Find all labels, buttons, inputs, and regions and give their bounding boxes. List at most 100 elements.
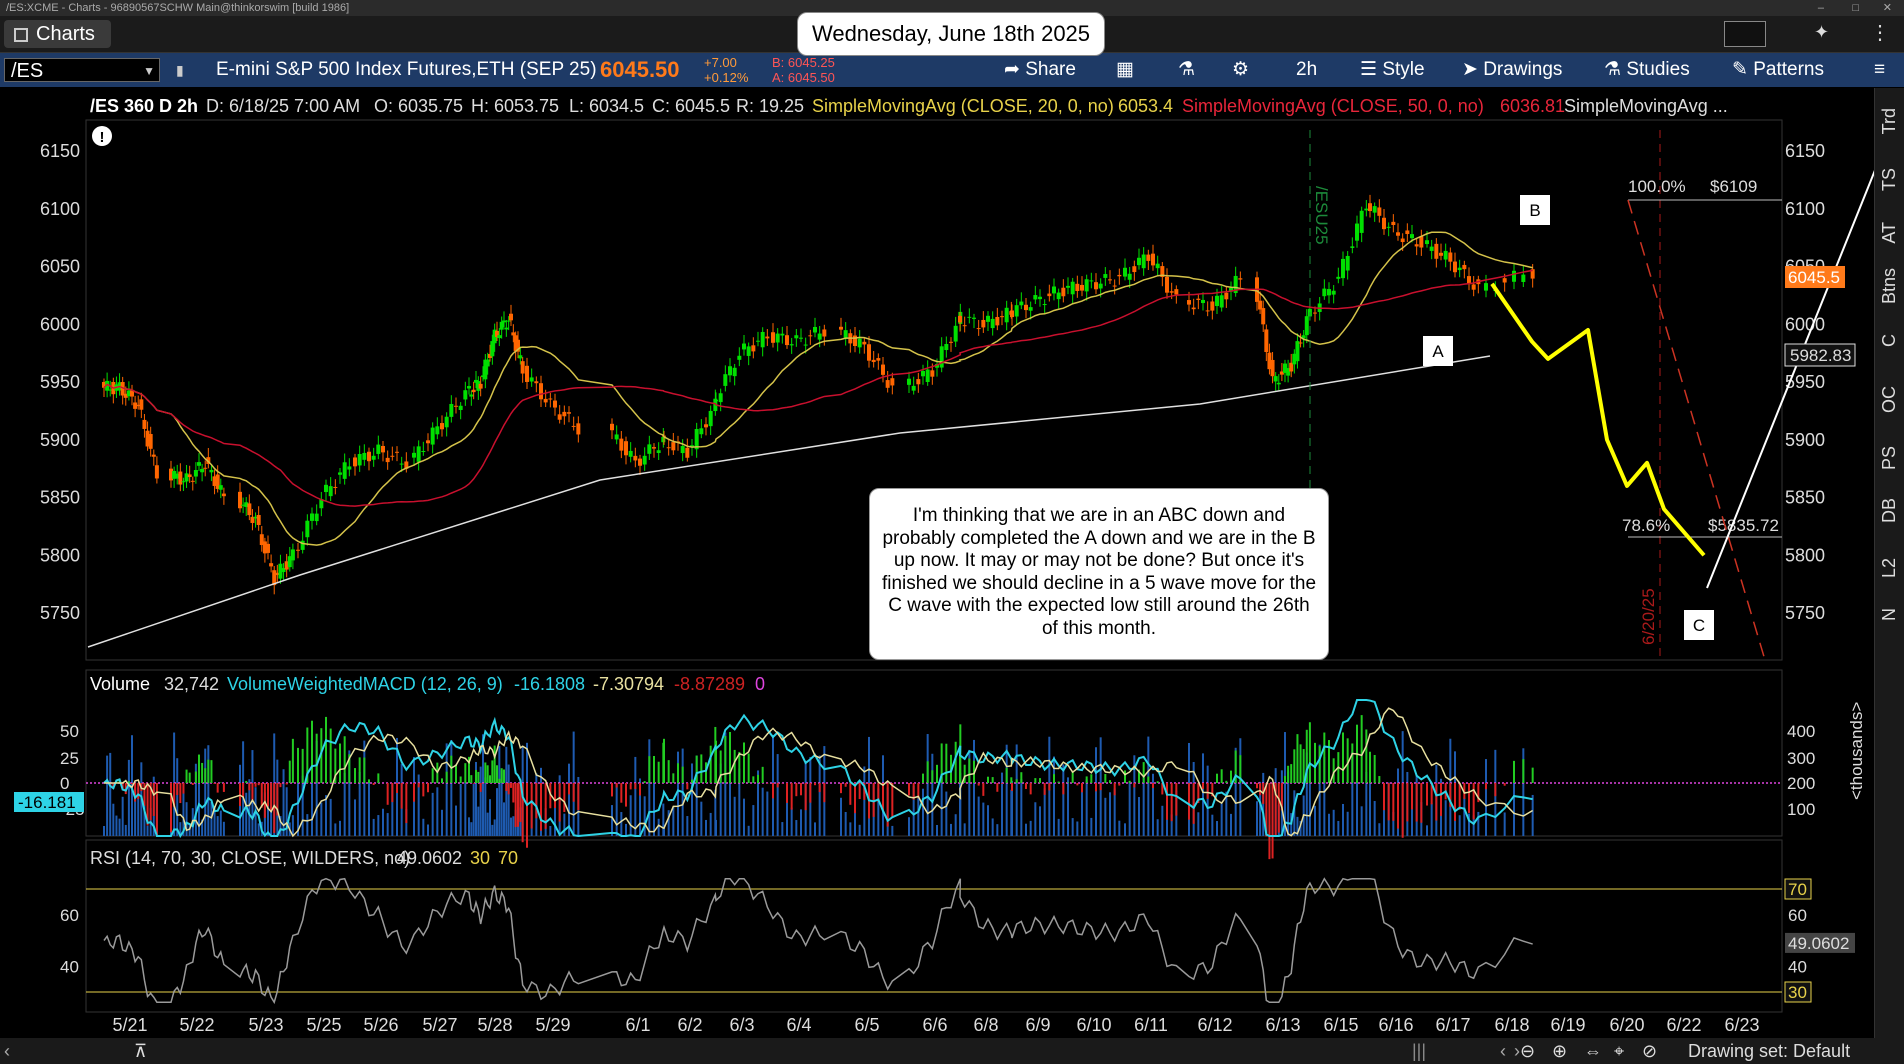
volume-bar (795, 820, 798, 836)
timeframe-button[interactable]: 2h (1296, 53, 1317, 87)
candle-body (1117, 274, 1122, 277)
macd-hist-bar (512, 783, 515, 803)
macd-hist-bar (991, 777, 994, 783)
layout-box-icon[interactable] (1724, 21, 1766, 47)
volume-bar (109, 752, 112, 836)
scroll-left-icon[interactable]: ‹ (4, 1038, 10, 1064)
volume-bar (1118, 820, 1121, 836)
volume-bar (297, 777, 299, 836)
volume-bar (766, 791, 769, 836)
pan-icon[interactable]: ⇔ (1584, 1038, 1602, 1064)
sidebar-tab-ts[interactable]: TS (1879, 168, 1904, 191)
date-tick-22: 6/17 (1435, 1015, 1470, 1035)
macd-hist-bar (1318, 746, 1321, 783)
projection-path (1490, 282, 1706, 557)
studies-button[interactable]: ⚗ Studies (1604, 53, 1690, 87)
share-button[interactable]: ➦ Share (1004, 53, 1076, 87)
macd-hist-bar (1472, 783, 1475, 820)
reset-icon[interactable]: ⊘ (1642, 1038, 1657, 1064)
volume-bar (176, 758, 179, 836)
drawing-set-label[interactable]: Drawing set: Default (1688, 1038, 1850, 1064)
candle-body (1295, 341, 1300, 362)
candle-body (490, 341, 495, 357)
sidebar-tab-db[interactable]: DB (1879, 498, 1904, 523)
candle-body (1169, 291, 1174, 293)
sidebar-tab-oc[interactable]: OC (1879, 386, 1904, 413)
expand-icon[interactable]: ⊼ (134, 1038, 147, 1064)
candle-body (1434, 243, 1439, 259)
scroll-prev-icon[interactable]: ‹ (1500, 1038, 1506, 1064)
candle-body (1219, 295, 1224, 308)
macd-hist-bar (470, 775, 473, 783)
volume-bar (1314, 805, 1316, 836)
rsi-tick-left-1: 40 (60, 957, 79, 976)
chevron-down-icon[interactable]: ▼ (143, 59, 155, 83)
minimize-icon[interactable]: – (1818, 0, 1824, 16)
volume-bar (1230, 813, 1232, 836)
candle-body (1400, 238, 1405, 243)
candle-body (666, 447, 671, 449)
volume-bar (945, 791, 948, 836)
zoom-out-icon[interactable]: ⊖ (1520, 1038, 1535, 1064)
candle-body (399, 463, 404, 465)
candle-body (256, 514, 261, 525)
candle-body (876, 358, 881, 361)
sidebar-tab-c[interactable]: C (1879, 334, 1904, 347)
candle-body (1033, 295, 1038, 300)
sidebar-tab-btns[interactable]: Btns (1879, 268, 1904, 304)
symbol-input[interactable]: /ES ▼ (4, 58, 160, 82)
candle-body (1386, 226, 1391, 228)
candle-body (780, 333, 785, 336)
candle-body (1084, 279, 1089, 292)
maximize-icon[interactable]: □ (1852, 0, 1859, 16)
candle-body (652, 447, 656, 449)
volume-bar (1197, 812, 1200, 836)
candle-body (799, 337, 803, 339)
volume-bar (1383, 807, 1385, 836)
drawings-button[interactable]: ➤ Drawings (1462, 53, 1562, 87)
quick-tool-icon[interactable]: ▦ (1116, 53, 1134, 87)
candle-body (197, 462, 201, 466)
right-sidebar: Trd TS AT Btns C OC PS DB L2 N (1874, 88, 1904, 1038)
candle-body (440, 423, 444, 430)
volume-bar (464, 782, 467, 836)
sidebar-tab-trd[interactable]: Trd (1879, 108, 1904, 134)
volume-bar (1458, 815, 1461, 836)
date-tick-11: 6/4 (786, 1015, 811, 1035)
flask-icon[interactable]: ⚗ (1178, 53, 1195, 87)
analysis-note[interactable]: I'm thinking that we are in an ABC down … (869, 488, 1329, 660)
crosshair-icon[interactable]: ⌖ (1614, 1038, 1624, 1064)
macd-label: VolumeWeightedMACD (12, 26, 9) (227, 674, 503, 694)
sidebar-tab-ps[interactable]: PS (1879, 446, 1904, 470)
volume-bar (752, 805, 755, 836)
macd-hist-bar (400, 783, 403, 809)
more-icon[interactable]: ⋮ (1870, 20, 1890, 45)
candle-body (1270, 359, 1275, 377)
date-banner: Wednesday, June 18th 2025 (797, 12, 1105, 56)
macd-hist-bar (945, 743, 948, 783)
macd-hist-bar (517, 783, 519, 827)
pin-icon[interactable]: ✦ (1814, 22, 1829, 43)
macd-hist-bar (1175, 783, 1178, 816)
sidebar-tab-l2[interactable]: L2 (1879, 558, 1904, 578)
macd-hist-bar (191, 783, 194, 785)
patterns-button[interactable]: ✎ Patterns (1732, 53, 1824, 87)
menu-icon[interactable]: ≡ (1874, 53, 1885, 87)
style-button[interactable]: ☰ Style (1360, 53, 1425, 87)
sidebar-tab-n[interactable]: N (1879, 608, 1904, 621)
scroll-handle[interactable]: ||| (1412, 1038, 1426, 1064)
volume-bar (496, 788, 498, 836)
gear-icon[interactable]: ⚙ (1232, 53, 1249, 87)
link-icon[interactable]: ▮ (176, 53, 184, 87)
candle-body (1210, 301, 1215, 311)
sidebar-tab-at[interactable]: AT (1879, 222, 1904, 244)
share-label: Share (1025, 59, 1076, 80)
macd-hist-bar (1401, 783, 1404, 838)
close-icon[interactable]: ✕ (1883, 0, 1892, 16)
macd-hist-bar (503, 769, 505, 783)
volume-bar (1025, 823, 1027, 836)
zoom-in-icon[interactable]: ⊕ (1552, 1038, 1567, 1064)
tab-charts[interactable]: Charts (4, 20, 111, 48)
candle-body (296, 549, 300, 551)
ohlc-open: O: 6035.75 (374, 96, 463, 116)
